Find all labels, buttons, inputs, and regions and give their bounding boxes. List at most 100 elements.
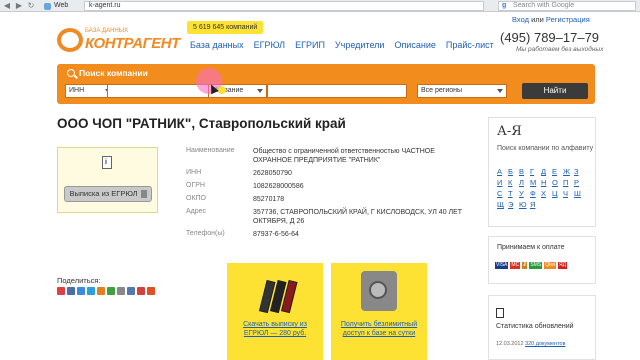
alphabet-letter-link[interactable]: Ю xyxy=(519,200,530,211)
alphabet-letter-link[interactable]: Э xyxy=(508,200,519,211)
detail-label: Наименование xyxy=(186,147,235,154)
unlimited-access-card[interactable]: Получить безлимитный доступ к базе на су… xyxy=(331,263,427,360)
alphabet-search-panel: А-Я Поиск компании по алфавиту АБВГДЕЖЗ И… xyxy=(488,117,596,227)
download-extract-link[interactable]: Скачать выписку из ЕГРЮЛ — 280 руб. xyxy=(233,320,317,338)
back-icon[interactable]: ◀ xyxy=(2,1,12,11)
alphabet-letter-link[interactable]: Р xyxy=(574,178,585,189)
document-icon xyxy=(496,308,504,318)
region-select-value: Все регионы xyxy=(421,87,463,94)
share-network-icon[interactable] xyxy=(127,287,135,295)
forward-icon[interactable]: ▶ xyxy=(14,1,24,11)
share-network-icon[interactable] xyxy=(57,287,65,295)
share-network-icon[interactable] xyxy=(137,287,145,295)
top-navigation: База данных ЕГРЮЛ ЕГРИП Учредители Описа… xyxy=(190,40,494,50)
alphabet-letter-link[interactable]: А xyxy=(497,167,508,178)
unlimited-access-link[interactable]: Получить безлимитный доступ к базе на су… xyxy=(337,320,421,338)
detail-row: ИНН 2628050790 xyxy=(186,169,472,178)
nav-database[interactable]: База данных xyxy=(190,40,244,50)
alphabet-letter-link[interactable]: Ф xyxy=(530,189,541,200)
alphabet-letter-link[interactable]: Д xyxy=(541,167,552,178)
share-icons xyxy=(57,287,155,295)
alphabet-letter-link[interactable]: Ч xyxy=(563,189,574,200)
nav-price-list[interactable]: Прайс-лист xyxy=(446,40,494,50)
alphabet-letter-link[interactable]: Т xyxy=(508,189,519,200)
cursor-ring xyxy=(218,86,226,94)
detail-label: ОГРН xyxy=(186,182,205,189)
share-network-icon[interactable] xyxy=(147,287,155,295)
nav-founders[interactable]: Учредители xyxy=(335,40,385,50)
company-title: ООО ЧОП "РАТНИК", Ставропольский край xyxy=(57,116,346,131)
share-network-icon[interactable] xyxy=(87,287,95,295)
alphabet-letter-link[interactable]: Б xyxy=(508,167,519,178)
download-extract-card[interactable]: Скачать выписку из ЕГРЮЛ — 280 руб. xyxy=(227,263,323,360)
alphabet-letter-link[interactable]: О xyxy=(552,178,563,189)
nav-description[interactable]: Описание xyxy=(394,40,435,50)
stats-row: 12.03.2012 320 документов xyxy=(496,341,566,347)
payment-method-icon: ₽ xyxy=(522,262,528,269)
document-icon: i xyxy=(102,156,116,172)
google-search-box[interactable]: g Search with Google xyxy=(498,1,636,11)
reload-icon[interactable]: ↻ xyxy=(26,1,36,11)
alphabet-letter-link[interactable]: Н xyxy=(541,178,552,189)
alphabet-letters: АБВГДЕЖЗ ИКЛМНОПР СТУФХЦЧШ ЩЭЮЯ xyxy=(497,167,591,211)
alphabet-letter-link[interactable]: Е xyxy=(552,167,563,178)
detail-row: ОКПО 85270178 xyxy=(186,195,472,204)
alphabet-letter-link[interactable]: Л xyxy=(519,178,530,189)
phone-number: (495) 789–17–79 xyxy=(500,30,600,45)
extract-button-label: Выписка из ЕГРЮЛ xyxy=(69,189,138,198)
share-network-icon[interactable] xyxy=(107,287,115,295)
nav-egrip[interactable]: ЕГРИП xyxy=(295,40,325,50)
share-label: Поделиться: xyxy=(57,276,101,285)
alphabet-letter-link[interactable]: Щ xyxy=(497,200,508,211)
company-details: Наименование Общество с ограниченной отв… xyxy=(186,147,472,243)
google-icon: g xyxy=(502,2,507,9)
share-network-icon[interactable] xyxy=(97,287,105,295)
chevron-down-icon xyxy=(257,89,263,93)
auth-links: Вход или Регистрация xyxy=(512,15,590,24)
extract-egrul-button[interactable]: Выписка из ЕГРЮЛ xyxy=(64,186,152,202)
share-network-icon[interactable] xyxy=(77,287,85,295)
alphabet-letter-link[interactable]: З xyxy=(574,167,585,178)
payment-method-icon: MC xyxy=(510,262,521,269)
detail-value-inn: 2628050790 xyxy=(253,170,292,177)
region-select[interactable]: Все регионы xyxy=(417,84,507,98)
chevron-down-icon xyxy=(497,89,503,93)
alphabet-letter-link[interactable]: В xyxy=(519,167,530,178)
alphabet-letter-link[interactable]: Ц xyxy=(552,189,563,200)
alphabet-letter-link[interactable]: И xyxy=(497,178,508,189)
address-bar[interactable]: k-agent.ru xyxy=(84,1,484,11)
stats-panel: Статистика обновлений 12.03.2012 320 док… xyxy=(488,295,596,360)
detail-row: Наименование Общество с ограниченной отв… xyxy=(186,147,472,165)
alphabet-letter-link[interactable]: М xyxy=(530,178,541,189)
alphabet-letter-link[interactable]: С xyxy=(497,189,508,200)
register-link[interactable]: Регистрация xyxy=(546,15,590,24)
login-link[interactable]: Вход xyxy=(512,15,529,24)
detail-row: ОГРН 1082628000586 xyxy=(186,182,472,191)
alphabet-letter-link[interactable]: К xyxy=(508,178,519,189)
browser-tab[interactable]: Web xyxy=(42,1,82,11)
share-network-icon[interactable] xyxy=(117,287,125,295)
logo-tagline: БАЗА ДАННЫХ xyxy=(85,28,129,34)
extract-panel: i Выписка из ЕГРЮЛ xyxy=(57,147,158,213)
payment-method-icon: VISA xyxy=(495,262,509,269)
alphabet-letter-link[interactable]: Ж xyxy=(563,167,574,178)
alphabet-letter-link[interactable]: У xyxy=(519,189,530,200)
share-network-icon[interactable] xyxy=(67,287,75,295)
payment-label: Принимаем к оплате xyxy=(497,244,565,251)
detail-label: Телефон(ы) xyxy=(186,230,225,237)
find-button[interactable]: Найти xyxy=(522,83,588,99)
detail-row: Адрес 357736, СТАВРОПОЛЬСКИЙ КРАЙ, Г КИС… xyxy=(186,208,472,226)
site-logo[interactable]: БАЗА ДАННЫХ КОНТРАГЕНТ xyxy=(57,26,180,54)
detail-value-ogrn: 1082628000586 xyxy=(253,183,304,190)
stats-docs-link[interactable]: 320 документов xyxy=(525,341,565,347)
alphabet-letter-link[interactable]: П xyxy=(563,178,574,189)
alphabet-letter-link[interactable]: Я xyxy=(530,200,541,211)
alphabet-letter-link[interactable]: Х xyxy=(541,189,552,200)
search-title-text: Поиск компании xyxy=(79,68,148,78)
detail-value-phone: 87937-6-56-64 xyxy=(253,231,299,238)
search-input-2[interactable] xyxy=(267,84,407,98)
alphabet-letter-link[interactable]: Г xyxy=(530,167,541,178)
alphabet-letter-link[interactable]: Ш xyxy=(574,189,585,200)
search-field-1-value: ИНН xyxy=(69,87,85,94)
nav-egrul[interactable]: ЕГРЮЛ xyxy=(254,40,285,50)
